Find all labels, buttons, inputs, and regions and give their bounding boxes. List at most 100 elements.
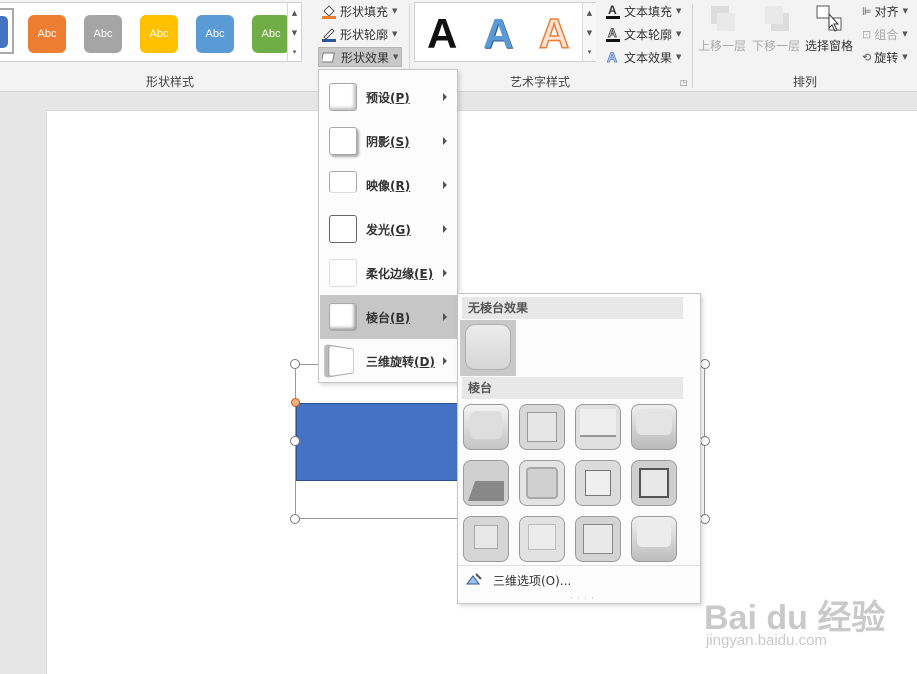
resize-handle-middle-right[interactable] (700, 436, 710, 446)
resize-handle-bottom-right[interactable] (700, 514, 710, 524)
menu-item-3d-rotation[interactable]: 三维旋转(D) (320, 339, 457, 383)
menu-item-accesskey: (S) (390, 134, 410, 149)
menu-item-accesskey: (P) (390, 90, 410, 105)
align-icon: ⊫ (862, 4, 872, 18)
menu-item-reflection[interactable]: 映像(R) (320, 163, 457, 207)
bevel-tile[interactable] (463, 404, 509, 450)
adjustment-handle[interactable] (291, 398, 300, 407)
submenu-arrow-icon (443, 225, 447, 233)
svg-text:A: A (607, 49, 617, 65)
gallery-scroll-down[interactable]: ▼ (287, 23, 301, 43)
selection-pane-button[interactable]: 选择窗格 (805, 4, 853, 54)
send-backward-button[interactable]: 下移一层 (752, 4, 800, 54)
menu-item-label: 发光 (366, 222, 391, 237)
rotate-icon: ⟲ (862, 50, 872, 64)
menu-item-label: 映像 (366, 178, 391, 193)
align-button[interactable]: ⊫ 对齐 ▼ (859, 1, 911, 21)
glow-icon (329, 215, 357, 243)
resize-handle-middle-left[interactable] (290, 436, 300, 446)
soft-edges-icon (329, 259, 357, 287)
menu-item-accesskey: (D) (414, 354, 435, 369)
swatch-blue-partial[interactable] (0, 16, 8, 48)
text-effects-label: 文本效果 (624, 50, 673, 65)
text-effects-icon: A (607, 49, 618, 65)
bevel-header: 棱台 (462, 377, 683, 399)
arrange-group-label: 排列 (792, 75, 817, 89)
resize-gripper[interactable]: · · · · (570, 594, 595, 603)
wordart-scroll-down[interactable]: ▼ (582, 23, 596, 43)
bevel-tile[interactable] (631, 460, 677, 506)
menu-item-glow[interactable]: 发光(G) (320, 207, 457, 251)
bevel-tile[interactable] (575, 460, 621, 506)
wordart-sample-orange[interactable]: A (538, 9, 570, 59)
menu-item-accesskey: (R) (390, 178, 411, 193)
shape-outline-button[interactable]: 形状轮廓 ▼ (318, 24, 400, 44)
bring-forward-label: 上移一层 (698, 39, 747, 53)
menu-item-shadow[interactable]: 阴影(S) (320, 119, 457, 163)
resize-handle-bottom-left[interactable] (290, 514, 300, 524)
dialog-launcher-icon[interactable]: ◳ (680, 78, 688, 87)
gallery-selected-edge (0, 8, 14, 54)
blue-rectangle-shape[interactable] (296, 403, 466, 481)
3d-rotation-icon (328, 344, 355, 378)
wordart-scroll-up[interactable]: ▲ (582, 3, 596, 23)
bevel-tile[interactable] (519, 460, 565, 506)
menu-item-preset[interactable]: 预设(P) (320, 75, 457, 119)
preset-icon (329, 83, 357, 111)
submenu-arrow-icon (443, 93, 447, 101)
resize-handle-top-left[interactable] (290, 359, 300, 369)
text-effects-button[interactable]: A 文本效果 ▼ (602, 47, 684, 67)
3d-options-item[interactable]: 三维选项(O)... (462, 568, 698, 592)
bevel-tile[interactable] (631, 516, 677, 562)
group-separator (692, 4, 693, 88)
text-outline-button[interactable]: A 文本轮廓 ▼ (602, 24, 684, 44)
rotate-button[interactable]: ⟲ 旋转 ▼ (859, 47, 911, 67)
shape-outline-label: 形状轮廓 (340, 27, 389, 42)
bevel-tile[interactable] (575, 404, 621, 450)
wordart-expand[interactable]: ▾ (582, 43, 596, 61)
resize-handle-top-right[interactable] (700, 359, 710, 369)
shape-style-swatch-green[interactable]: Abc (252, 15, 290, 53)
bevel-tile[interactable] (519, 404, 565, 450)
shape-style-swatch-blue[interactable]: Abc (196, 15, 234, 53)
menu-item-bevel[interactable]: 棱台(B) (320, 295, 457, 339)
text-outline-label: 文本轮廓 (624, 27, 673, 42)
menu-item-soft-edges[interactable]: 柔化边缘(E) (320, 251, 457, 295)
rotate-label: 旋转 (874, 50, 899, 65)
bevel-tile[interactable] (463, 460, 509, 506)
menu-item-label: 预设 (366, 90, 391, 105)
text-outline-icon: A (606, 26, 620, 42)
wordart-sample-black[interactable]: A (427, 9, 457, 59)
submenu-arrow-icon (443, 137, 447, 145)
text-fill-label: 文本填充 (624, 4, 673, 19)
text-fill-button[interactable]: A 文本填充 ▼ (602, 1, 684, 21)
gallery-scroll-up[interactable]: ▲ (287, 3, 301, 23)
reflection-icon (329, 171, 357, 193)
pencil-icon (322, 28, 336, 42)
bevel-tile[interactable] (631, 404, 677, 450)
bevel-tile[interactable] (519, 516, 565, 562)
menu-item-accesskey: (B) (390, 310, 411, 325)
menu-separator (458, 565, 700, 566)
wordart-sample-blue[interactable]: A (483, 9, 513, 59)
bring-forward-button[interactable]: 上移一层 (698, 4, 746, 54)
menu-item-accesskey: (E) (414, 266, 434, 281)
ribbon: Abc Abc Abc Abc Abc ▲ ▼ ▾ 形状填充 ▼ 形状轮廓 ▼ 形状… (0, 0, 917, 92)
shape-fill-label: 形状填充 (340, 4, 389, 19)
gallery-expand[interactable]: ▾ (287, 43, 301, 61)
menu-item-label: 棱台 (366, 310, 391, 325)
bevel-tile[interactable] (575, 516, 621, 562)
shape-style-swatch-gold[interactable]: Abc (140, 15, 178, 53)
bevel-icon (329, 303, 357, 331)
shape-style-swatch-orange[interactable]: Abc (28, 15, 66, 53)
shape-fill-button[interactable]: 形状填充 ▼ (318, 1, 400, 21)
text-fill-icon: A (606, 3, 620, 19)
bevel-tile[interactable] (463, 516, 509, 562)
no-bevel-tile[interactable] (465, 324, 511, 370)
group-icon: ⊡ (862, 27, 872, 41)
group-button[interactable]: ⊡ 组合 ▼ (859, 24, 911, 44)
shape-style-swatch-gray[interactable]: Abc (84, 15, 122, 53)
shape-effects-button[interactable]: 形状效果 ▼ (318, 47, 403, 67)
shape-styles-group-label: 形状样式 (145, 75, 194, 89)
shape-effects-icon (322, 52, 335, 63)
